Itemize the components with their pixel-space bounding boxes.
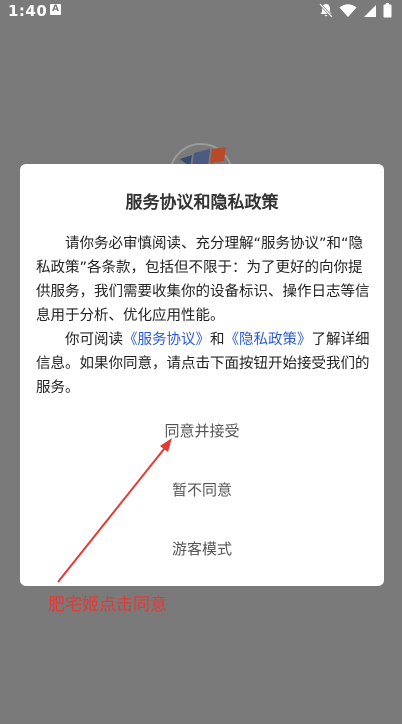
battery-icon bbox=[383, 3, 392, 18]
dialog-body: 请你务必审慎阅读、充分理解“服务协议”和“隐私政策”各条款，包括但不限于：为了更… bbox=[36, 232, 370, 400]
privacy-policy-link[interactable]: 《隐私政策》 bbox=[225, 332, 312, 348]
notifications-off-icon bbox=[319, 3, 333, 18]
status-bar: 1:40 A bbox=[0, 0, 402, 24]
wifi-icon bbox=[339, 3, 357, 17]
agreement-links-paragraph: 你可阅读《服务协议》和《隐私政策》了解详细信息。如果你同意，请点击下面按钮开始接… bbox=[36, 328, 370, 400]
and-text: 和 bbox=[210, 332, 225, 348]
decline-button[interactable]: 暂不同意 bbox=[20, 479, 384, 500]
accept-button[interactable]: 同意并接受 bbox=[20, 420, 384, 441]
guest-mode-button[interactable]: 游客模式 bbox=[20, 538, 384, 559]
annotation-text: 肥宅姬点击同意 bbox=[48, 595, 167, 615]
agreement-dialog: 服务协议和隐私政策 请你务必审慎阅读、充分理解“服务协议”和“隐私政策”各条款，… bbox=[20, 164, 384, 586]
agreement-paragraph: 请你务必审慎阅读、充分理解“服务协议”和“隐私政策”各条款，包括但不限于：为了更… bbox=[36, 236, 370, 324]
signal-icon bbox=[364, 4, 376, 17]
service-agreement-link[interactable]: 《服务协议》 bbox=[123, 332, 210, 348]
app-notification-icon: A bbox=[50, 4, 61, 15]
status-icons bbox=[319, 3, 392, 18]
dialog-title: 服务协议和隐私政策 bbox=[125, 193, 279, 213]
status-time: 1:40 bbox=[8, 2, 48, 20]
links-prefix: 你可阅读 bbox=[65, 332, 123, 348]
